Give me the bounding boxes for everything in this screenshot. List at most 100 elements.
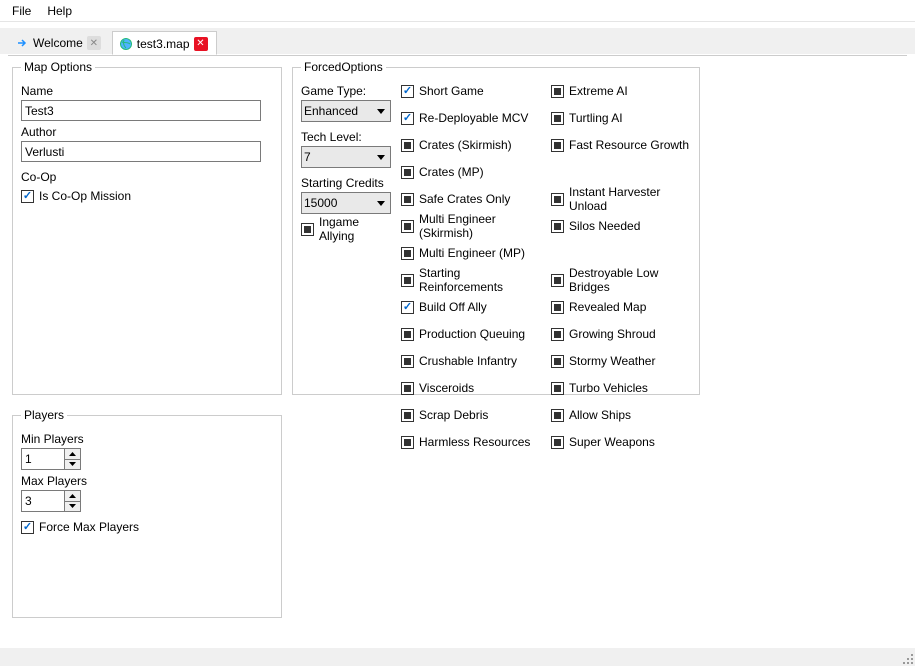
forced-option-label: Scrap Debris — [419, 408, 488, 422]
forced-option-label: Stormy Weather — [569, 354, 655, 368]
menu-file[interactable]: File — [4, 2, 39, 20]
checkbox-icon — [551, 274, 564, 287]
checkbox-icon — [401, 409, 414, 422]
game-type-select[interactable]: Enhanced — [301, 100, 391, 122]
ingame-allying-label: Ingame Allying — [319, 215, 391, 243]
checkbox-icon — [401, 274, 414, 287]
statusbar — [0, 648, 915, 666]
checkbox-icon — [551, 112, 564, 125]
checkbox-icon — [21, 190, 34, 203]
forced-option-label: Fast Resource Growth — [569, 138, 689, 152]
forced-option-label: Production Queuing — [419, 327, 525, 341]
checkbox-icon — [551, 409, 564, 422]
forced-option-label: Destroyable Low Bridges — [569, 266, 691, 294]
forced-option-checkbox[interactable]: Silos Needed — [551, 215, 691, 237]
forced-option-checkbox[interactable]: Crates (Skirmish) — [401, 134, 541, 156]
forced-option-label: Harmless Resources — [419, 435, 530, 449]
checkbox-icon — [301, 223, 314, 236]
forced-option-checkbox[interactable]: Multi Engineer (Skirmish) — [401, 215, 541, 237]
forced-option-checkbox[interactable]: Starting Reinforcements — [401, 269, 541, 291]
close-icon[interactable]: ✕ — [194, 37, 208, 51]
tab-welcome[interactable]: Welcome ✕ — [8, 30, 110, 54]
map-options-legend: Map Options — [21, 60, 95, 74]
checkbox-icon — [21, 521, 34, 534]
is-coop-label: Is Co-Op Mission — [39, 189, 131, 203]
checkbox-icon — [401, 193, 414, 206]
forced-option-checkbox[interactable]: Stormy Weather — [551, 350, 691, 372]
max-players-input[interactable] — [22, 491, 64, 511]
tab-welcome-label: Welcome — [33, 36, 83, 50]
forced-option-checkbox[interactable]: Extreme AI — [551, 80, 691, 102]
players-group: Players Min Players Max Players Force Ma… — [12, 408, 282, 618]
close-icon[interactable]: ✕ — [87, 36, 101, 50]
author-input[interactable] — [21, 141, 261, 162]
game-type-label: Game Type: — [301, 84, 391, 98]
forced-option-checkbox[interactable]: Scrap Debris — [401, 404, 541, 426]
forced-option-checkbox[interactable]: Crushable Infantry — [401, 350, 541, 372]
forced-option-checkbox[interactable]: Super Weapons — [551, 431, 691, 453]
force-max-checkbox[interactable]: Force Max Players — [21, 518, 273, 536]
min-players-spinner[interactable] — [21, 448, 81, 470]
forced-option-checkbox[interactable]: Turbo Vehicles — [551, 377, 691, 399]
forced-option-label: Silos Needed — [569, 219, 640, 233]
checkbox-icon — [551, 220, 564, 233]
forced-option-checkbox[interactable]: Multi Engineer (MP) — [401, 242, 541, 264]
forced-option-checkbox[interactable]: Crates (MP) — [401, 161, 541, 183]
spinner-down-icon[interactable] — [65, 502, 80, 512]
is-coop-checkbox[interactable]: Is Co-Op Mission — [21, 187, 273, 205]
forced-option-checkbox[interactable]: Short Game — [401, 80, 541, 102]
checkbox-icon — [401, 112, 414, 125]
menu-help[interactable]: Help — [39, 2, 80, 20]
forced-option-label: Extreme AI — [569, 84, 628, 98]
forced-option-label: Safe Crates Only — [419, 192, 510, 206]
forced-option-label: Build Off Ally — [419, 300, 487, 314]
checkbox-icon — [551, 382, 564, 395]
forced-option-label: Crates (Skirmish) — [419, 138, 512, 152]
spinner-down-icon[interactable] — [65, 460, 80, 470]
forced-option-label: Super Weapons — [569, 435, 655, 449]
checkbox-icon — [551, 193, 564, 206]
checkbox-icon — [401, 436, 414, 449]
credits-select[interactable]: 15000 — [301, 192, 391, 214]
min-players-label: Min Players — [21, 432, 273, 446]
forced-option-checkbox[interactable]: Allow Ships — [551, 404, 691, 426]
checkbox-icon — [551, 301, 564, 314]
forced-option-checkbox[interactable]: Destroyable Low Bridges — [551, 269, 691, 291]
forced-option-label: Allow Ships — [569, 408, 631, 422]
forced-option-checkbox[interactable]: Instant Harvester Unload — [551, 188, 691, 210]
forced-option-checkbox[interactable]: Growing Shroud — [551, 323, 691, 345]
map-options-group: Map Options Name Author Co-Op Is Co-Op M… — [12, 60, 282, 395]
max-players-spinner[interactable] — [21, 490, 81, 512]
forced-option-checkbox[interactable]: Turtling AI — [551, 107, 691, 129]
forced-option-label: Crates (MP) — [419, 165, 484, 179]
checkbox-icon — [401, 382, 414, 395]
forced-option-checkbox[interactable]: Harmless Resources — [401, 431, 541, 453]
spinner-up-icon[interactable] — [65, 491, 80, 502]
name-label: Name — [21, 84, 273, 98]
checkbox-icon — [551, 328, 564, 341]
name-input[interactable] — [21, 100, 261, 121]
resize-grip-icon[interactable] — [901, 652, 913, 664]
forced-option-checkbox[interactable]: Fast Resource Growth — [551, 134, 691, 156]
forced-option-checkbox[interactable]: Revealed Map — [551, 296, 691, 318]
forced-option-label: Crushable Infantry — [419, 354, 517, 368]
tab-active[interactable]: test3.map ✕ — [112, 31, 217, 55]
min-players-input[interactable] — [22, 449, 64, 469]
tech-level-select[interactable]: 7 — [301, 146, 391, 168]
forced-option-checkbox[interactable]: Safe Crates Only — [401, 188, 541, 210]
forced-option-checkbox[interactable]: Production Queuing — [401, 323, 541, 345]
ingame-allying-checkbox[interactable]: Ingame Allying — [301, 220, 391, 238]
spinner-up-icon[interactable] — [65, 449, 80, 460]
forced-option-label: Turtling AI — [569, 111, 623, 125]
forced-option-checkbox[interactable]: Build Off Ally — [401, 296, 541, 318]
tech-level-label: Tech Level: — [301, 130, 391, 144]
forced-option-checkbox[interactable]: Re-Deployable MCV — [401, 107, 541, 129]
checkbox-icon — [551, 139, 564, 152]
forced-option-checkbox[interactable]: Visceroids — [401, 377, 541, 399]
checkbox-icon — [401, 139, 414, 152]
forced-option-label: Multi Engineer (Skirmish) — [419, 212, 541, 240]
forced-options-group: ForcedOptions Game Type: Enhanced Tech L… — [292, 60, 700, 395]
coop-label: Co-Op — [21, 170, 273, 184]
checkbox-icon — [551, 355, 564, 368]
checkbox-icon — [551, 436, 564, 449]
